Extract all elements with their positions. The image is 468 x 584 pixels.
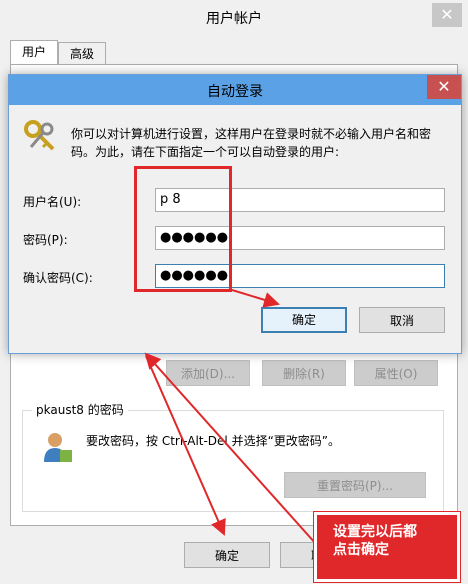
arrow-to-window-ok [144, 352, 317, 545]
annotation-arrows [144, 289, 317, 545]
arrow-to-window-ok-2 [145, 355, 226, 536]
annotation-note-line2: 点击确定 [333, 542, 389, 558]
annotation-note: 设置完以后都 点击确定 [314, 512, 460, 582]
annotation-note-line1: 设置完以后都 [333, 524, 417, 540]
arrow-to-dialog-ok [231, 289, 280, 308]
